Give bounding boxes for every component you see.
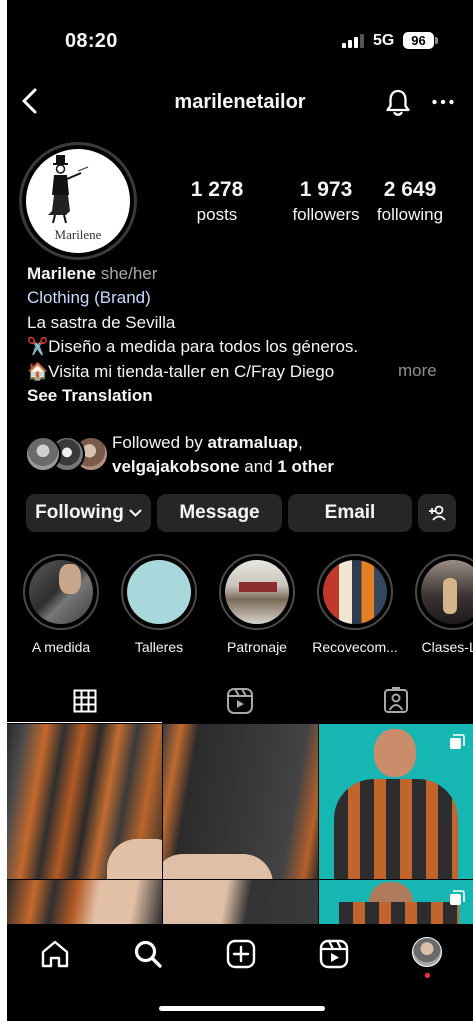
highlight-cover xyxy=(421,560,473,624)
avatar-brand-text: Marilene xyxy=(54,227,102,242)
highlight-recovecom[interactable]: Recovecom... xyxy=(309,554,401,655)
email-button[interactable]: Email xyxy=(288,494,412,532)
post-thumbnail[interactable] xyxy=(319,724,473,879)
pronouns: she/her xyxy=(100,264,158,283)
post-thumbnail[interactable] xyxy=(319,880,473,924)
add-person-icon xyxy=(429,505,446,521)
mutual-others: 1 other xyxy=(277,457,335,476)
followed-by-prefix: Followed by xyxy=(112,433,208,452)
see-translation-link[interactable]: See Translation xyxy=(27,384,467,408)
tab-reels[interactable] xyxy=(162,680,317,722)
create-post-icon[interactable] xyxy=(225,938,257,970)
highlight-label: A medida xyxy=(31,639,91,655)
reels-tab-icon[interactable] xyxy=(318,938,350,970)
avatar-image: Marilene xyxy=(26,149,130,253)
more-options-icon[interactable] xyxy=(431,90,455,114)
followed-by-and: and xyxy=(239,457,278,476)
grid-icon xyxy=(73,689,96,713)
highlight-cover xyxy=(29,560,93,624)
highlight-label: Talleres xyxy=(134,639,184,655)
suggest-people-button[interactable] xyxy=(418,494,456,532)
status-time: 08:20 xyxy=(65,30,118,52)
signal-icon xyxy=(342,34,364,48)
mutual-user-2: velgajakobsone xyxy=(112,457,240,476)
display-name: Marilene xyxy=(27,264,96,283)
back-icon[interactable] xyxy=(17,86,43,116)
scissors-icon: ✂️ xyxy=(27,337,49,357)
active-tab-indicator xyxy=(7,722,162,723)
following-stat[interactable]: 2 649 following xyxy=(365,178,455,225)
category-label[interactable]: Clothing (Brand) xyxy=(27,286,467,310)
posts-label: posts xyxy=(196,205,238,224)
highlight-ring xyxy=(219,554,295,630)
highlight-clases[interactable]: Clases-Le xyxy=(407,554,473,655)
mutual-avatar xyxy=(25,436,61,472)
highlight-patronaje[interactable]: Patronaje xyxy=(211,554,303,655)
profile-screen: 08:20 5G 96 marilenetailor Marilene 1 27… xyxy=(7,0,473,1021)
posts-grid xyxy=(7,724,473,924)
post-thumbnail[interactable] xyxy=(7,724,162,879)
followed-by-separator: , xyxy=(298,433,303,452)
highlight-label: Clases-Le xyxy=(421,639,473,655)
highlight-label: Patronaje xyxy=(227,639,287,655)
following-label: following xyxy=(376,205,444,224)
profile-notification-dot xyxy=(425,973,430,978)
mutual-followers-avatars[interactable] xyxy=(25,436,109,474)
post-thumbnail[interactable] xyxy=(7,880,162,924)
battery-icon: 96 xyxy=(403,32,434,49)
mutual-user-1: atramaluap xyxy=(207,433,299,452)
tab-tagged[interactable] xyxy=(318,680,473,722)
multiple-photos-icon xyxy=(450,890,465,905)
highlight-ring xyxy=(121,554,197,630)
highlight-cover xyxy=(323,560,387,624)
profile-avatar[interactable]: Marilene xyxy=(19,142,137,260)
reels-icon xyxy=(226,688,253,714)
bio-more-link[interactable]: more xyxy=(398,359,437,383)
highlight-ring xyxy=(415,554,473,630)
tagged-icon xyxy=(383,687,408,713)
highlight-cover xyxy=(127,560,191,624)
post-thumbnail[interactable] xyxy=(163,724,318,879)
chevron-down-icon xyxy=(129,494,142,532)
following-count: 2 649 xyxy=(383,178,437,201)
bell-icon[interactable] xyxy=(384,88,412,118)
bio-line-3-text: Visita mi tienda-taller en C/Fray Diego xyxy=(48,361,335,381)
posts-stat[interactable]: 1 278 posts xyxy=(185,178,249,225)
highlight-cover xyxy=(225,560,289,624)
posts-count: 1 278 xyxy=(190,178,244,201)
following-button[interactable]: Following xyxy=(26,494,151,532)
highlight-a-medida[interactable]: A medida xyxy=(15,554,107,655)
home-icon[interactable] xyxy=(39,938,71,970)
house-icon: 🏠 xyxy=(27,361,49,381)
multiple-photos-icon xyxy=(450,734,465,749)
highlight-talleres[interactable]: Talleres xyxy=(113,554,205,655)
search-icon[interactable] xyxy=(132,938,164,970)
battery-tip xyxy=(435,37,438,44)
bio-line-2: ✂️Diseño a medida para todos los géneros… xyxy=(27,335,467,359)
message-button[interactable]: Message xyxy=(157,494,282,532)
network-type: 5G xyxy=(373,32,395,49)
following-button-label: Following xyxy=(35,502,124,523)
profile-tab-avatar[interactable] xyxy=(412,937,442,967)
bio-line-2-text: Diseño a medida para todos los géneros. xyxy=(48,337,359,357)
highlight-ring xyxy=(23,554,99,630)
bio-line-1: La sastra de Sevilla xyxy=(27,312,176,332)
home-indicator xyxy=(159,1006,325,1011)
tab-grid[interactable] xyxy=(7,680,162,722)
profile-bio: Marilene she/her Clothing (Brand) La sas… xyxy=(27,262,467,408)
post-thumbnail[interactable] xyxy=(163,880,318,924)
highlight-label: Recovecom... xyxy=(312,639,398,655)
highlight-ring xyxy=(317,554,393,630)
followed-by-text[interactable]: Followed by atramaluap, velgajakobsone an… xyxy=(112,431,442,479)
bio-name-line: Marilene she/her xyxy=(27,262,467,286)
